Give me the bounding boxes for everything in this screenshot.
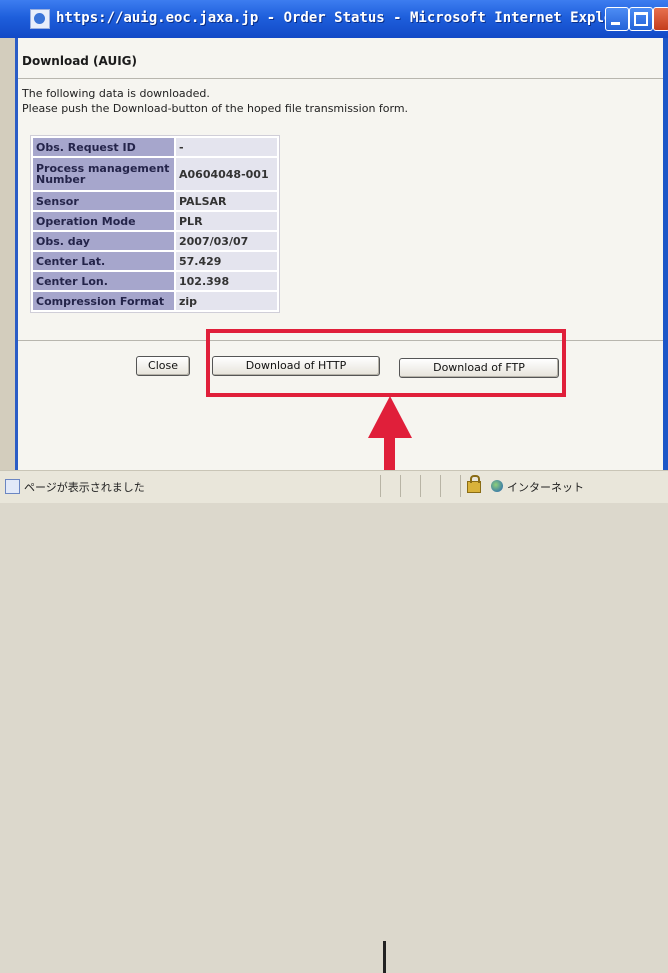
table-row: Operation Mode PLR (33, 212, 277, 230)
row-value: zip (176, 292, 277, 310)
row-label: Center Lon. (33, 272, 174, 290)
window-frame-right (663, 38, 668, 478)
highlight-box (206, 329, 566, 397)
window-frame-left (0, 38, 18, 478)
row-label: Obs. day (33, 232, 174, 250)
row-value: A0604048-001 (176, 158, 277, 190)
table-row: Compression Format zip (33, 292, 277, 310)
table-row: Obs. Request ID - (33, 138, 277, 156)
row-value: 102.398 (176, 272, 277, 290)
maximize-button[interactable] (629, 7, 653, 31)
row-value: 2007/03/07 (176, 232, 277, 250)
row-label: Sensor (33, 192, 174, 210)
status-divider (400, 475, 401, 497)
row-label: Compression Format (33, 292, 174, 310)
row-label: Center Lat. (33, 252, 174, 270)
table-row: Center Lat. 57.429 (33, 252, 277, 270)
security-zone-label: インターネット (507, 481, 584, 494)
table-row: Obs. day 2007/03/07 (33, 232, 277, 250)
status-bar: ページが表示されました インターネット (0, 470, 668, 973)
table-row: Sensor PALSAR (33, 192, 277, 210)
row-label: Obs. Request ID (33, 138, 174, 156)
status-divider (460, 475, 461, 497)
divider (18, 78, 663, 79)
page-done-icon (5, 479, 20, 494)
message-line-2: Please push the Download-button of the h… (22, 102, 409, 115)
row-label: Operation Mode (33, 212, 174, 230)
title-bar[interactable]: https://auig.eoc.jaxa.jp - Order Status … (0, 0, 668, 38)
close-button[interactable]: Close (136, 356, 190, 376)
minimize-button[interactable] (605, 7, 629, 31)
window-title: https://auig.eoc.jaxa.jp - Order Status … (56, 10, 638, 26)
status-text: ページが表示されました (24, 481, 145, 494)
status-divider (440, 475, 441, 497)
browser-window: https://auig.eoc.jaxa.jp - Order Status … (0, 0, 668, 973)
status-divider (380, 475, 381, 497)
arrow-shaft (384, 436, 395, 472)
page-content: Download (AUIG) The following data is do… (18, 38, 663, 472)
pointer-line (383, 941, 386, 973)
close-window-button[interactable] (653, 7, 668, 31)
row-value: - (176, 138, 277, 156)
order-info-table: Obs. Request ID - Process management Num… (30, 135, 280, 313)
internet-zone-icon (491, 480, 503, 492)
row-value: PLR (176, 212, 277, 230)
row-value: 57.429 (176, 252, 277, 270)
table-row: Center Lon. 102.398 (33, 272, 277, 290)
row-value: PALSAR (176, 192, 277, 210)
arrow-up-icon (368, 396, 412, 438)
page-title: Download (AUIG) (22, 54, 138, 68)
table-row: Process management Number A0604048-001 (33, 158, 277, 190)
message-line-1: The following data is downloaded. (22, 87, 210, 100)
row-label: Process management Number (33, 158, 174, 190)
lock-icon (467, 475, 481, 493)
status-divider (420, 475, 421, 497)
ie-page-icon (30, 9, 50, 29)
